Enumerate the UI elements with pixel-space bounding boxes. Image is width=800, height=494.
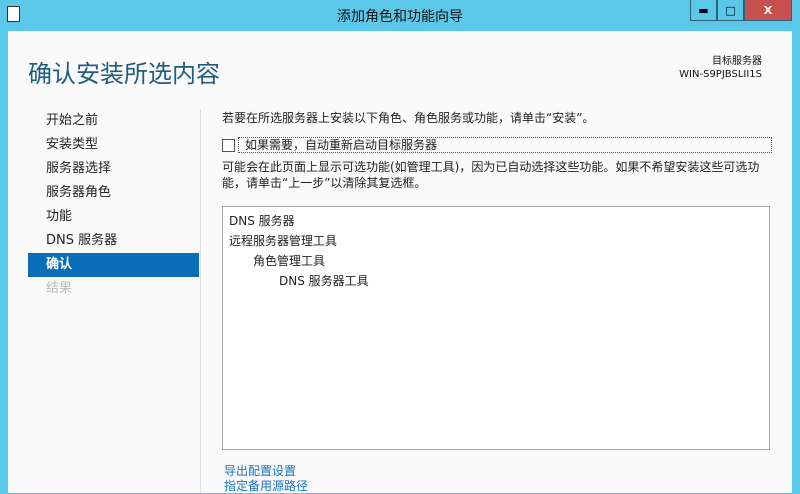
list-item: DNS 服务器 [229,214,295,228]
nav-item-server-selection[interactable]: 服务器选择 [28,157,199,181]
optional-features-note: 可能会在此页面上显示可选功能(如管理工具)，因为已自动选择这些功能。如果不希望安… [222,160,760,190]
nav-item-before-you-begin[interactable]: 开始之前 [28,109,199,133]
export-config-link[interactable]: 导出配置设置 [224,464,308,479]
nav-item-installation-type[interactable]: 安装类型 [28,133,199,157]
restart-checkbox-label[interactable]: 如果需要，自动重新启动目标服务器 [238,137,772,153]
target-label: 目标服务器 [712,56,762,67]
nav-item-dns-server[interactable]: DNS 服务器 [28,229,199,253]
close-button[interactable]: X [744,0,792,21]
intro-text: 若要在所选服务器上安装以下角色、角色服务或功能，请单击“安装”。 [222,111,595,125]
title-bar: 添加角色和功能向导 ▬ □ X [0,0,800,31]
minimize-button[interactable]: ▬ [690,0,717,21]
main-content: 若要在所选服务器上安装以下角色、角色服务或功能，请单击“安装”。 如果需要，自动… [222,109,772,493]
wizard-nav: 开始之前 安装类型 服务器选择 服务器角色 功能 DNS 服务器 确认 结果 [28,109,199,301]
nav-item-confirmation[interactable]: 确认 [28,253,199,277]
alternate-source-link[interactable]: 指定备用源路径 [224,479,308,494]
nav-divider [200,109,201,493]
target-server-name: WIN-S9PJBSLII1S [679,69,762,80]
nav-item-results: 结果 [46,281,73,296]
window-title: 添加角色和功能向导 [337,9,463,25]
page-title: 确认安装所选内容 [28,60,220,88]
nav-item-features[interactable]: 功能 [28,205,199,229]
list-item: DNS 服务器工具 [279,274,369,288]
maximize-button[interactable]: □ [717,0,744,21]
list-item: 远程服务器管理工具 [229,234,338,248]
list-item: 角色管理工具 [253,254,326,268]
wizard-client: 确认安装所选内容 目标服务器 WIN-S9PJBSLII1S 开始之前 安装类型… [8,31,792,493]
restart-option[interactable]: 如果需要，自动重新启动目标服务器 [222,137,772,153]
nav-item-server-roles[interactable]: 服务器角色 [28,181,199,205]
target-server-info: 目标服务器 WIN-S9PJBSLII1S [679,55,762,81]
selection-list: DNS 服务器 远程服务器管理工具 角色管理工具 DNS 服务器工具 [222,206,770,450]
restart-checkbox[interactable] [222,139,235,152]
